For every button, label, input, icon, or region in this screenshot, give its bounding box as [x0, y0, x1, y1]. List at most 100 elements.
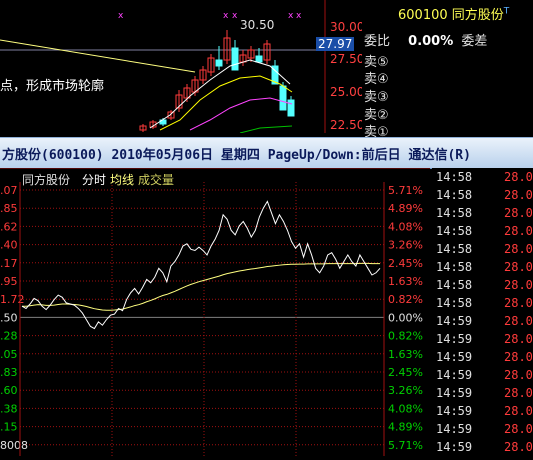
tick-price: 28.0 [504, 170, 533, 184]
tick-time: 14:59 [436, 404, 473, 418]
right-axis-label: 4.08% [388, 402, 423, 415]
tick-time: 14:58 [436, 296, 473, 310]
tick-time: 14:58 [436, 206, 473, 220]
candle-body [231, 47, 239, 71]
right-axis-label: 0.82% [388, 330, 423, 343]
legend-stock-name: 同方股份 [22, 173, 71, 187]
weibi-label: 委比 [364, 34, 391, 49]
price-label-25: 25.00 [330, 85, 365, 99]
price-label-27-5: 27.50 [330, 52, 365, 66]
kline-annotation: 点，形成市场轮廓 [0, 79, 105, 94]
stock-name: 同方股份 [451, 8, 504, 23]
left-axis-label: .17 [0, 257, 18, 270]
avg-price-line [22, 262, 380, 311]
legend-avg: 均线 [110, 173, 135, 187]
right-axis-label: 2.45% [388, 257, 423, 270]
tick-price: 28.0 [504, 350, 533, 364]
stock-code: 600100 [398, 8, 448, 23]
price-line [21, 200, 381, 330]
tick-time: 14:58 [436, 170, 473, 184]
kline-svg: xxxxx [0, 0, 326, 134]
tick-price: 28.0 [504, 188, 533, 202]
tick-price: 28.0 [504, 386, 533, 400]
left-axis-label: .50 [0, 311, 18, 324]
tick-price: 28.0 [504, 314, 533, 328]
tick-time: 14:58 [436, 188, 473, 202]
right-axis-label: 3.26% [388, 239, 423, 252]
kline-marker: x [118, 11, 124, 21]
right-axis-label: 5.71% [388, 439, 423, 452]
tick-time: 14:59 [436, 350, 473, 364]
left-axis-label: .07 [0, 184, 18, 197]
left-axis-label: 8008 [0, 439, 28, 452]
current-price-label: 27.97 [316, 37, 355, 51]
tick-time: 14:59 [436, 422, 473, 436]
kline-marker: x [223, 11, 229, 21]
intraday-chart[interactable]: .07 .85 .62 .40 .17 .95 1.72 .50 .28 .05 .83 .60 .38… [0, 167, 430, 456]
right-axis-label: 4.08% [388, 220, 423, 233]
kline-marker: x [232, 11, 238, 21]
legend-volume: 成交量 [138, 173, 175, 187]
weibi-row: 委比 0.00% 委差 [364, 30, 487, 49]
left-axis-label: .62 [0, 220, 18, 233]
price-label-22-5: 22.50 [330, 118, 365, 132]
right-axis-label: 3.26% [388, 384, 423, 397]
tick-time: 14:58 [436, 260, 473, 274]
tick-time: 14:59 [436, 314, 473, 328]
tick-price: 28.0 [504, 278, 533, 292]
weicha-label: 委差 [461, 34, 488, 49]
right-axis-label: 1.63% [388, 348, 423, 361]
candle-body [279, 85, 287, 111]
candle-body [255, 55, 263, 63]
left-axis-label: .38 [0, 402, 18, 415]
tick-price: 28.0 [504, 296, 533, 310]
left-axis-label: .95 [0, 275, 18, 288]
left-axis-label: .60 [0, 384, 18, 397]
intraday-svg: .07 .85 .62 .40 .17 .95 1.72 .50 .28 .05 .83 .60 .38… [0, 167, 430, 456]
tick-time: 14:58 [436, 224, 473, 238]
high-price-marker: 30.50 [240, 18, 275, 32]
tick-time: 14:59 [436, 332, 473, 346]
left-axis-label: .15 [0, 421, 18, 434]
chart-title-text: 方股份(600100) 2010年05月06日 星期四 PageUp/Down:… [2, 148, 471, 163]
tick-price: 28.0 [504, 332, 533, 346]
tick-time: 14:59 [436, 386, 473, 400]
right-axis-label: 2.45% [388, 366, 423, 379]
legend-time: 分时 [82, 173, 107, 187]
right-axis-label: 0.00% [388, 311, 423, 324]
kline-chart[interactable]: xxxxx 30.50 点，形成市场轮廓 30.00 27.97 27.50 2… [0, 0, 365, 134]
right-axis-label: 1.63% [388, 275, 423, 288]
quote-title: 600100 同方股份T [398, 4, 509, 23]
tick-price: 28.0 [504, 422, 533, 436]
candle-body [287, 99, 295, 117]
sell-row-3: 卖③ [364, 90, 389, 105]
kline-marker: x [288, 11, 294, 21]
tick-price: 28.0 [504, 260, 533, 274]
tick-price: 28.0 [504, 368, 533, 382]
right-axis-label: 4.89% [388, 421, 423, 434]
right-axis-label: 0.82% [388, 293, 423, 306]
tick-price: 28.0 [504, 242, 533, 256]
left-axis-label: .85 [0, 202, 18, 215]
candle-body [215, 59, 223, 67]
tick-price: 28.0 [504, 224, 533, 238]
annotation-line [0, 39, 196, 73]
right-axis-label: 4.89% [388, 202, 423, 215]
price-label-30: 30.00 [330, 20, 365, 34]
tick-price: 28.0 [504, 440, 533, 454]
left-axis-label: .28 [0, 330, 18, 343]
right-axis-label: 5.71% [388, 184, 423, 197]
tick-price: 28.0 [504, 206, 533, 220]
tick-time: 14:58 [436, 242, 473, 256]
tick-price: 28.0 [504, 404, 533, 418]
chart-title-bar[interactable]: 方股份(600100) 2010年05月06日 星期四 PageUp/Down:… [0, 137, 533, 169]
weibi-value: 0.00% [408, 34, 454, 49]
ma-line-3 [189, 97, 293, 131]
tick-list[interactable]: 14:58 28.0 14:58 28.0 14:58 28.0 14:58 28.0 14:5… [432, 168, 533, 456]
ma-line-4 [239, 125, 293, 134]
kline-marker: x [296, 11, 302, 21]
tick-time: 14:59 [436, 440, 473, 454]
t-mark: T [503, 6, 510, 17]
left-axis-label: .40 [0, 239, 18, 252]
left-axis-label: 1.72 [0, 293, 25, 306]
